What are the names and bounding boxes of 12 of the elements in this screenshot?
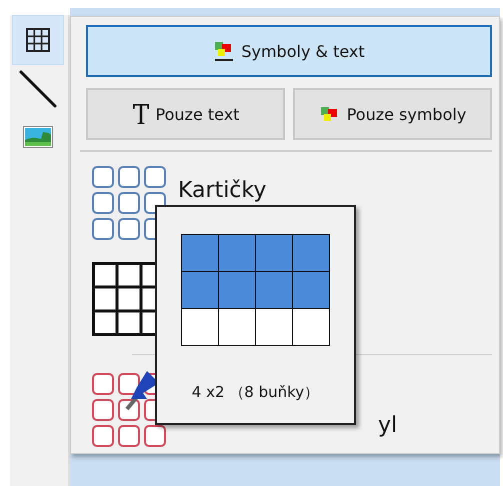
- tooltip-text: 4 x2 （8 buňky）: [192, 383, 320, 402]
- table-icon: [25, 27, 51, 53]
- picture-icon: [23, 126, 53, 148]
- style-label: yl: [378, 412, 398, 438]
- symbols-icon: [213, 40, 236, 62]
- mode-button[interactable]: Pouze text: [86, 88, 285, 140]
- toolbar-button[interactable]: [12, 15, 64, 65]
- style-label: Kartičky: [178, 178, 266, 202]
- mode-button[interactable]: Pouze symboly: [293, 88, 492, 140]
- text-icon: [132, 103, 150, 125]
- mode-button[interactable]: Symboly & text: [86, 25, 492, 77]
- line-icon: [18, 69, 58, 109]
